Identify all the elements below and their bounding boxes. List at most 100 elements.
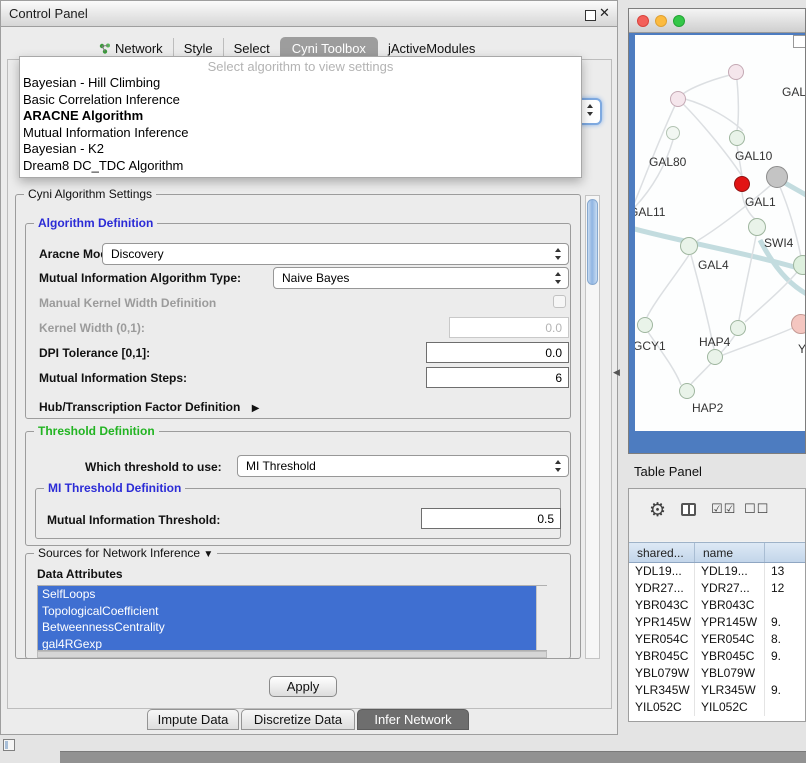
network-icon (99, 42, 111, 53)
status-bar (60, 751, 806, 763)
tab-impute-data[interactable]: Impute Data (147, 709, 239, 730)
algorithm-option[interactable]: Basic Correlation Inference (20, 92, 581, 109)
select-all-columns-icon[interactable]: ☑☑ (711, 501, 736, 517)
node-table: shared...name YDL19...YDL19...13YDR27...… (629, 542, 806, 721)
attribute-list-item[interactable]: BetweennessCentrality (38, 619, 536, 636)
table-cell: YER054C (695, 631, 765, 648)
network-node[interactable] (734, 176, 750, 192)
apply-button[interactable]: Apply (269, 676, 337, 697)
mi-type-combobox[interactable]: Naive Bayes (273, 267, 569, 289)
mac-close-button[interactable] (637, 15, 649, 27)
table-cell: YBL079W (695, 665, 765, 682)
node-label: GAL (782, 85, 806, 99)
close-icon[interactable]: ✕ (599, 5, 610, 21)
attribute-list-item[interactable]: TopologicalCoefficient (38, 603, 536, 620)
node-label: GAL80 (649, 155, 686, 169)
aracne-mode-value: Discovery (111, 247, 164, 261)
table-header-row: shared...name (629, 542, 806, 563)
table-cell: YIL052C (629, 699, 695, 716)
network-node[interactable] (637, 317, 653, 333)
network-node[interactable] (793, 255, 806, 275)
table-cell: YPR145W (629, 614, 695, 631)
column-header[interactable]: shared... (629, 543, 695, 562)
deselect-all-columns-icon[interactable]: ☐☐ (744, 501, 769, 517)
show-panel-icon[interactable] (3, 739, 15, 751)
settings-scrollbar-thumb[interactable] (587, 199, 598, 285)
network-node[interactable] (729, 130, 745, 146)
table-cell (765, 597, 806, 614)
algorithm-option[interactable]: Bayesian - Hill Climbing (20, 75, 581, 92)
table-row[interactable]: YDL19...YDL19...13 (629, 563, 806, 580)
gear-icon[interactable]: ⚙ (649, 499, 666, 522)
dpi-tolerance-input[interactable] (426, 342, 569, 363)
tab-infer-network[interactable]: Infer Network (357, 709, 469, 730)
network-node[interactable] (748, 218, 766, 236)
table-row[interactable]: YLR345WYLR345W9. (629, 682, 806, 699)
table-cell: 9. (765, 614, 806, 631)
data-attributes-list[interactable]: SelfLoopsTopologicalCoefficientBetweenne… (37, 585, 547, 651)
attributes-list-scrollbar[interactable] (536, 586, 547, 650)
mi-threshold-input[interactable] (421, 508, 561, 529)
network-node[interactable] (766, 166, 788, 188)
network-node[interactable] (666, 126, 680, 140)
column-header[interactable]: name (695, 543, 765, 562)
network-node[interactable] (728, 64, 744, 80)
algorithm-option[interactable]: Bayesian - K2 (20, 141, 581, 158)
table-cell: YPR145W (695, 614, 765, 631)
attribute-list-item[interactable]: gal4RGexp (38, 636, 536, 652)
which-threshold-combobox[interactable]: MI Threshold (237, 455, 569, 477)
mac-minimize-button[interactable] (655, 15, 667, 27)
table-panel-title: Table Panel (634, 464, 702, 479)
table-body: YDL19...YDL19...13YDR27...YDR27...12YBR0… (629, 563, 806, 716)
columns-icon[interactable] (681, 503, 696, 516)
table-row[interactable]: YER054CYER054C8. (629, 631, 806, 648)
float-window-icon[interactable] (585, 10, 596, 21)
hub-definition-label[interactable]: Hub/Transcription Factor Definition ▶ (39, 400, 259, 414)
aracne-mode-combobox[interactable]: Discovery (102, 243, 569, 265)
network-node[interactable] (730, 320, 746, 336)
network-node[interactable] (707, 349, 723, 365)
network-node[interactable] (680, 237, 698, 255)
manual-kernel-checkbox[interactable] (553, 295, 566, 308)
table-row[interactable]: YBL079WYBL079W (629, 665, 806, 682)
kernel-width-input[interactable] (449, 317, 569, 338)
network-canvas[interactable]: GAL80GAL10GALGAL11GAL1SWI4GAL4GCY1HAP4HA… (635, 35, 806, 431)
table-cell: YBR043C (629, 597, 695, 614)
attribute-list-item[interactable]: SelfLoops (38, 586, 536, 603)
node-label: GCY1 (635, 339, 666, 353)
combo-stepper-icon (554, 271, 563, 285)
table-row[interactable]: YBR045CYBR045C9. (629, 648, 806, 665)
column-header[interactable] (765, 543, 806, 562)
table-cell: YDR27... (629, 580, 695, 597)
table-cell: YBR043C (695, 597, 765, 614)
mi-steps-label: Mutual Information Steps: (39, 371, 187, 385)
collapse-right-icon[interactable]: ▶ (252, 403, 260, 414)
algorithm-dropdown-list: Bayesian - Hill ClimbingBasic Correlatio… (20, 75, 581, 174)
network-node[interactable] (791, 314, 806, 334)
hub-definition-text: Hub/Transcription Factor Definition (39, 400, 240, 414)
mi-steps-input[interactable] (426, 367, 569, 388)
table-row[interactable]: YIL052CYIL052C (629, 699, 806, 716)
network-corner-button[interactable] (793, 35, 806, 48)
network-node[interactable] (670, 91, 686, 107)
network-edges (635, 35, 806, 431)
panel-divider-handle[interactable]: ◀ (613, 367, 620, 378)
table-row[interactable]: YBR043CYBR043C (629, 597, 806, 614)
attributes-list-hscrollbar[interactable] (37, 651, 547, 658)
tab-discretize-data[interactable]: Discretize Data (241, 709, 355, 730)
algorithm-option[interactable]: ARACNE Algorithm (20, 108, 581, 125)
algorithm-option[interactable]: Dream8 DC_TDC Algorithm (20, 158, 581, 175)
dpi-tolerance-label: DPI Tolerance [0,1]: (39, 346, 150, 360)
settings-group-title: Cyni Algorithm Settings (24, 187, 156, 201)
network-node[interactable] (679, 383, 695, 399)
sources-group-title[interactable]: Sources for Network Inference ▼ (34, 546, 217, 562)
table-toolbar: ⚙ ☑☑ ☐☐ (629, 489, 806, 541)
table-row[interactable]: YDR27...YDR27...12 (629, 580, 806, 597)
mi-threshold-label: Mutual Information Threshold: (47, 513, 220, 527)
table-row[interactable]: YPR145WYPR145W9. (629, 614, 806, 631)
expand-down-icon[interactable]: ▼ (203, 549, 213, 560)
mac-zoom-button[interactable] (673, 15, 685, 27)
algorithm-dropdown: Select algorithm to view settings Bayesi… (19, 56, 582, 178)
algorithm-option[interactable]: Mutual Information Inference (20, 125, 581, 142)
dropdown-prompt: Select algorithm to view settings (20, 58, 581, 75)
